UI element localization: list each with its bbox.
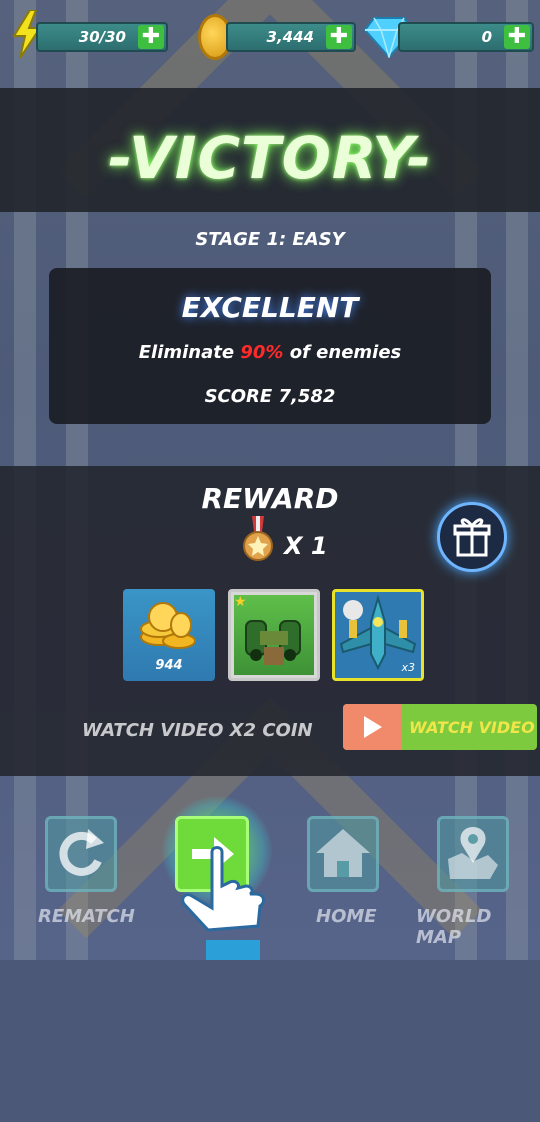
rematch-button[interactable] bbox=[45, 816, 117, 892]
watch-video-prompt: WATCH VIDEO X2 COIN bbox=[82, 720, 313, 741]
add-gems-button[interactable]: ✚ bbox=[504, 25, 530, 49]
elimination-stat: Eliminate 90% of enemies bbox=[0, 342, 540, 363]
home-icon bbox=[316, 829, 370, 877]
energy-counter: 30/30 ✚ bbox=[36, 22, 168, 52]
reward-ship-multiplier: x3 bbox=[401, 661, 415, 674]
victory-title: -VICTORY- bbox=[108, 124, 432, 192]
world-map-button[interactable] bbox=[437, 816, 509, 892]
gem-counter: 0 ✚ bbox=[398, 22, 534, 52]
world-map-label: WORLD MAP bbox=[416, 906, 492, 948]
reward-item-coins[interactable]: 944 bbox=[123, 589, 215, 681]
rematch-arrow-icon bbox=[59, 829, 104, 876]
play-icon bbox=[343, 704, 401, 750]
reward-coins-count: 944 bbox=[155, 658, 183, 673]
resource-bar: 30/30 ✚ 3,444 ✚ 0 ✚ bbox=[0, 0, 540, 70]
score-label: SCORE 7,582 bbox=[204, 386, 336, 407]
gem-value: 0 bbox=[481, 28, 492, 46]
home-label: HOME bbox=[316, 906, 377, 927]
pointing-hand-icon bbox=[181, 846, 265, 932]
map-pin-icon bbox=[448, 827, 498, 879]
rematch-label: REMATCH bbox=[38, 906, 135, 927]
elimination-percent: 90% bbox=[240, 342, 284, 363]
medal-icon bbox=[243, 516, 273, 561]
coin-stack-icon bbox=[140, 602, 196, 649]
medal-count: X 1 bbox=[284, 532, 328, 560]
gift-button[interactable] bbox=[437, 502, 507, 572]
watch-video-button[interactable]: WATCH VIDEO bbox=[343, 704, 537, 750]
sleeve-cuff bbox=[206, 940, 260, 960]
rating-label: EXCELLENT bbox=[181, 291, 359, 324]
add-coins-button[interactable]: ✚ bbox=[326, 25, 352, 49]
coin-counter: 3,444 ✚ bbox=[226, 22, 356, 52]
puzzle-piece-icon bbox=[343, 600, 363, 620]
star-icon: ★ bbox=[234, 594, 247, 610]
watch-video-label: WATCH VIDEO bbox=[409, 718, 535, 737]
stage-label: STAGE 1: EASY bbox=[195, 229, 345, 250]
home-button[interactable] bbox=[307, 816, 379, 892]
reward-item-cannon[interactable]: ★ bbox=[228, 589, 320, 681]
elimination-suffix: of enemies bbox=[283, 342, 402, 363]
energy-value: 30/30 bbox=[78, 28, 126, 46]
gift-icon bbox=[453, 518, 491, 557]
coin-value: 3,444 bbox=[266, 28, 314, 46]
elimination-prefix: Eliminate bbox=[138, 342, 241, 363]
add-energy-button[interactable]: ✚ bbox=[138, 25, 164, 49]
reward-item-ship[interactable]: x3 bbox=[332, 589, 424, 681]
